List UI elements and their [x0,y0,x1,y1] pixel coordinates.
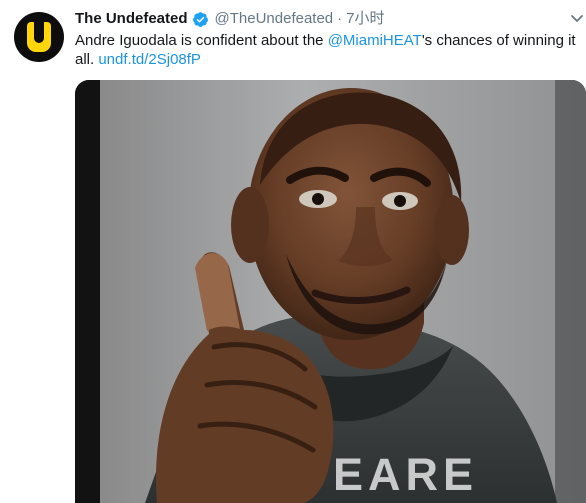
media-photo-illustration: EARE [75,80,586,503]
tweet-card[interactable]: The Undefeated @TheUndefeated · 7小时 Andr… [0,0,586,503]
mention-link[interactable]: @MiamiHEAT [328,32,422,49]
undefeated-logo-icon [27,21,51,52]
meta-separator: · [337,10,343,27]
author-name[interactable]: The Undefeated [75,9,188,29]
verified-badge-icon [192,11,208,27]
profile-avatar[interactable] [14,12,64,62]
author-handle[interactable]: @TheUndefeated [215,9,334,29]
tweet-text-start: Andre Iguodala is confident about the [75,32,328,49]
tweet-text: Andre Iguodala is confident about the @M… [75,31,580,69]
tweet-media-image[interactable]: EARE [75,80,586,503]
timestamp[interactable]: 7小时 [346,9,384,29]
short-url-link[interactable]: undf.td/2Sj08fP [98,51,201,68]
chevron-down-icon[interactable] [570,11,584,25]
tweet-header: The Undefeated @TheUndefeated · 7小时 [75,9,385,29]
